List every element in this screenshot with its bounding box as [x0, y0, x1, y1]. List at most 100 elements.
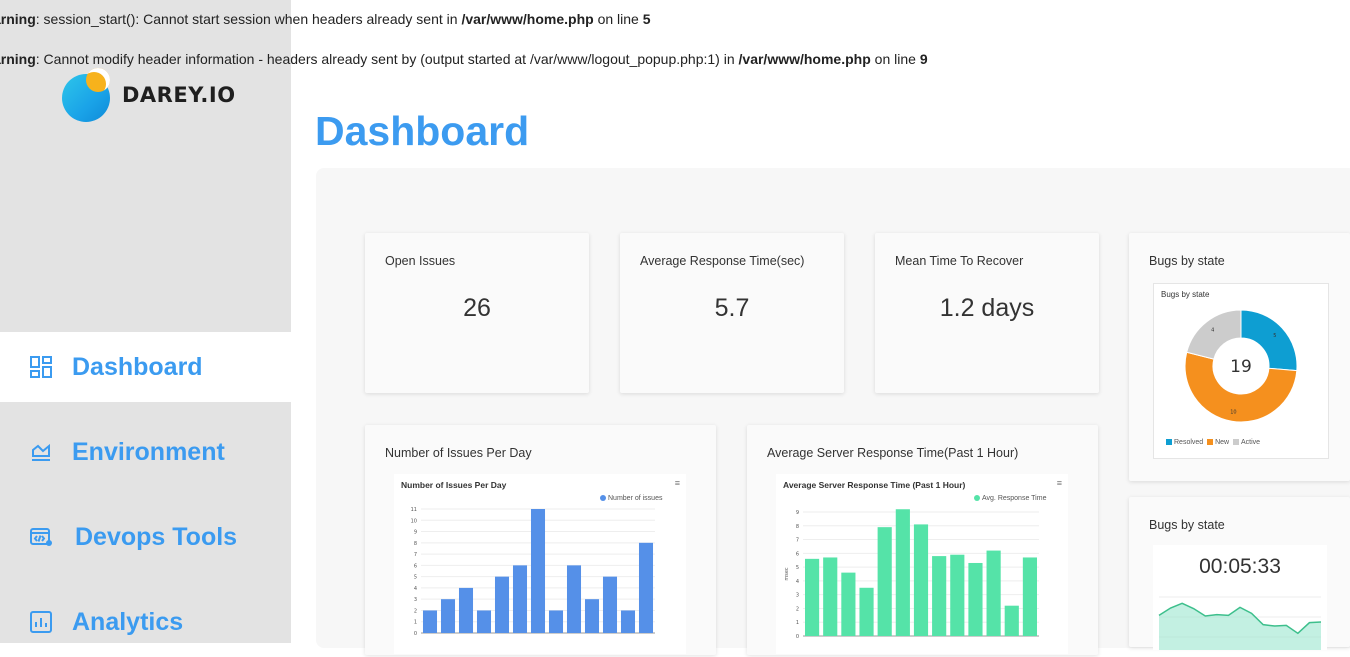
sidebar: DAREY.IO Dashboard Environment Devops To… [0, 0, 291, 643]
y-tick-label: 0 [796, 634, 799, 640]
page-title: Dashboard [315, 108, 530, 154]
legend-label: Resolved [1174, 439, 1204, 446]
dashboard-icon [30, 356, 52, 378]
y-tick-label: 1 [414, 620, 417, 626]
bar [602, 576, 618, 633]
logo-mark-icon [62, 68, 110, 122]
bugs-by-state-card: Bugs by state Bugs by state 5 10 4 19 Resol… [1129, 233, 1350, 481]
card-label: Bugs by state [1149, 518, 1225, 532]
sidebar-item-dashboard[interactable]: Dashboard [0, 332, 291, 402]
sidebar-item-devops-tools[interactable]: Devops Tools [0, 502, 291, 572]
legend-swatch [1232, 439, 1239, 446]
donut-center-label: 19 [1230, 357, 1252, 377]
y-tick-label: 11 [411, 507, 417, 513]
warning-file: /var/www/home.php [738, 51, 871, 67]
devops-tools-icon [30, 528, 52, 546]
bar [859, 587, 874, 636]
donut-slice [1186, 309, 1242, 360]
y-tick-label: 3 [414, 597, 417, 603]
kpi-card-avg-response: Average Response Time(sec) 5.7 [620, 233, 844, 393]
warning-line: 5 [642, 11, 651, 27]
warning-line: 9 [919, 51, 928, 67]
y-tick-label: 2 [414, 608, 417, 614]
y-tick-label: 5 [414, 575, 417, 581]
sidebar-item-environment[interactable]: Environment [0, 417, 291, 487]
warning-message: : session_start(): Cannot start session … [35, 11, 462, 27]
card-label: Average Server Response Time(Past 1 Hour… [767, 446, 1019, 460]
y-tick-label: 9 [414, 530, 417, 536]
area-svg [1158, 596, 1322, 650]
bar [877, 527, 892, 636]
timer-card: Bugs by state 00:05:33 [1129, 497, 1350, 650]
kpi-card-open-issues: Open Issues 26 [365, 233, 589, 393]
bar [530, 509, 546, 633]
issues-per-day-card: Number of Issues Per Day Number of Issue… [365, 425, 716, 655]
bar [548, 610, 564, 633]
response-bar-chart: Average Server Response Time (Past 1 Hou… [776, 474, 1068, 654]
bar [440, 599, 456, 633]
legend-label: Active [1240, 439, 1261, 446]
y-tick-label: 8 [796, 524, 799, 530]
y-tick-label: 4 [414, 586, 417, 592]
bar [950, 554, 965, 636]
y-tick-label: 6 [796, 551, 799, 557]
donut-slice-label: 4 [1211, 328, 1214, 334]
bar [458, 587, 474, 633]
kpi-card-mttr: Mean Time To Recover 1.2 days [875, 233, 1099, 393]
bar [422, 610, 438, 633]
sidebar-item-label: Devops Tools [75, 522, 238, 551]
issues-bar-svg: 0 1 2 3 4 5 6 7 8 9 10 11 [411, 507, 655, 637]
y-tick-label: 8 [414, 541, 417, 547]
bar [895, 509, 910, 636]
issues-bar-chart: Number of Issues Per Day ≡ Number of iss… [394, 474, 686, 654]
environment-icon [32, 443, 50, 461]
warning-on-line: on line [870, 51, 920, 67]
y-tick-label: 2 [796, 606, 799, 612]
y-tick-label: 5 [796, 565, 799, 571]
warning-message: : Cannot modify header information - hea… [35, 51, 739, 67]
brand-logo[interactable]: DAREY.IO [62, 68, 236, 122]
kpi-label: Open Issues [385, 254, 456, 268]
bar [476, 610, 492, 633]
response-bar-svg: 0 1 2 3 4 5 6 7 8 9 msec [784, 509, 1039, 640]
kpi-value: 1.2 days [939, 294, 1035, 322]
warning-prefix: arning [0, 51, 36, 67]
kpi-label: Mean Time To Recover [895, 254, 1024, 268]
php-warning: arning: session_start(): Cannot start se… [0, 11, 651, 27]
y-axis-label: msec [784, 567, 790, 581]
bar [1022, 557, 1038, 636]
y-tick-label: 9 [796, 510, 799, 516]
timer-chart: 00:05:33 [1153, 545, 1327, 650]
y-tick-label: 6 [414, 563, 417, 569]
y-tick-label: 4 [796, 579, 799, 585]
y-tick-label: 3 [796, 593, 799, 599]
warning-on-line: on line [593, 11, 643, 27]
brand-name: DAREY.IO [122, 83, 236, 107]
bar [913, 524, 929, 636]
kpi-label: Average Response Time(sec) [640, 254, 805, 268]
bar [932, 556, 947, 636]
donut-svg: 5 10 4 19 [1184, 309, 1298, 423]
y-tick-label: 10 [411, 518, 417, 524]
warning-file: /var/www/home.php [461, 11, 594, 27]
warning-prefix: arning [0, 11, 36, 27]
card-label: Bugs by state [1149, 254, 1225, 268]
bar [512, 565, 528, 633]
bar [620, 610, 636, 633]
bar [804, 558, 820, 636]
bar [638, 542, 654, 633]
legend-swatch [1207, 439, 1214, 446]
sidebar-item-analytics[interactable]: Analytics [0, 587, 291, 657]
bar [1004, 605, 1019, 636]
php-warning: arning: Cannot modify header information… [0, 51, 928, 67]
legend-label: New [1215, 439, 1230, 446]
bar [986, 550, 1001, 636]
analytics-icon [30, 611, 52, 633]
bar [566, 565, 582, 633]
y-tick-label: 1 [796, 620, 799, 626]
card-label: Number of Issues Per Day [385, 446, 532, 460]
donut-slice-label: 10 [1230, 409, 1236, 415]
y-tick-label: 7 [796, 538, 799, 544]
kpi-value: 26 [463, 294, 491, 322]
bugs-donut-chart: Bugs by state 5 10 4 19 Resolved New Active [1153, 283, 1329, 459]
